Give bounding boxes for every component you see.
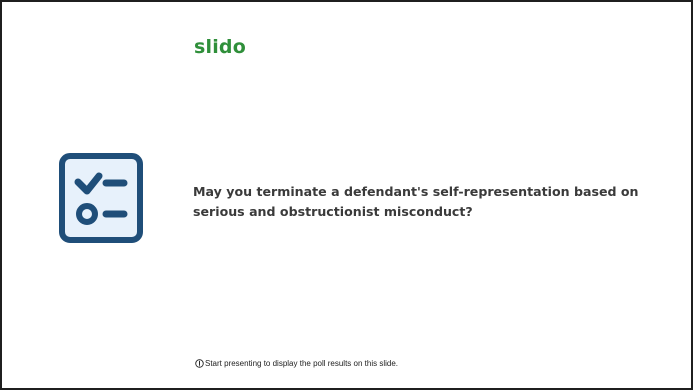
info-icon [195, 359, 204, 368]
presentation-hint: Start presenting to display the poll res… [195, 359, 398, 368]
poll-checklist-icon [59, 153, 143, 243]
slide-canvas: slido May you terminate a defendant's se… [0, 0, 693, 390]
slido-logo: slido [194, 36, 246, 58]
poll-question: May you terminate a defendant's self-rep… [193, 184, 639, 219]
presentation-hint-text: Start presenting to display the poll res… [205, 359, 398, 368]
